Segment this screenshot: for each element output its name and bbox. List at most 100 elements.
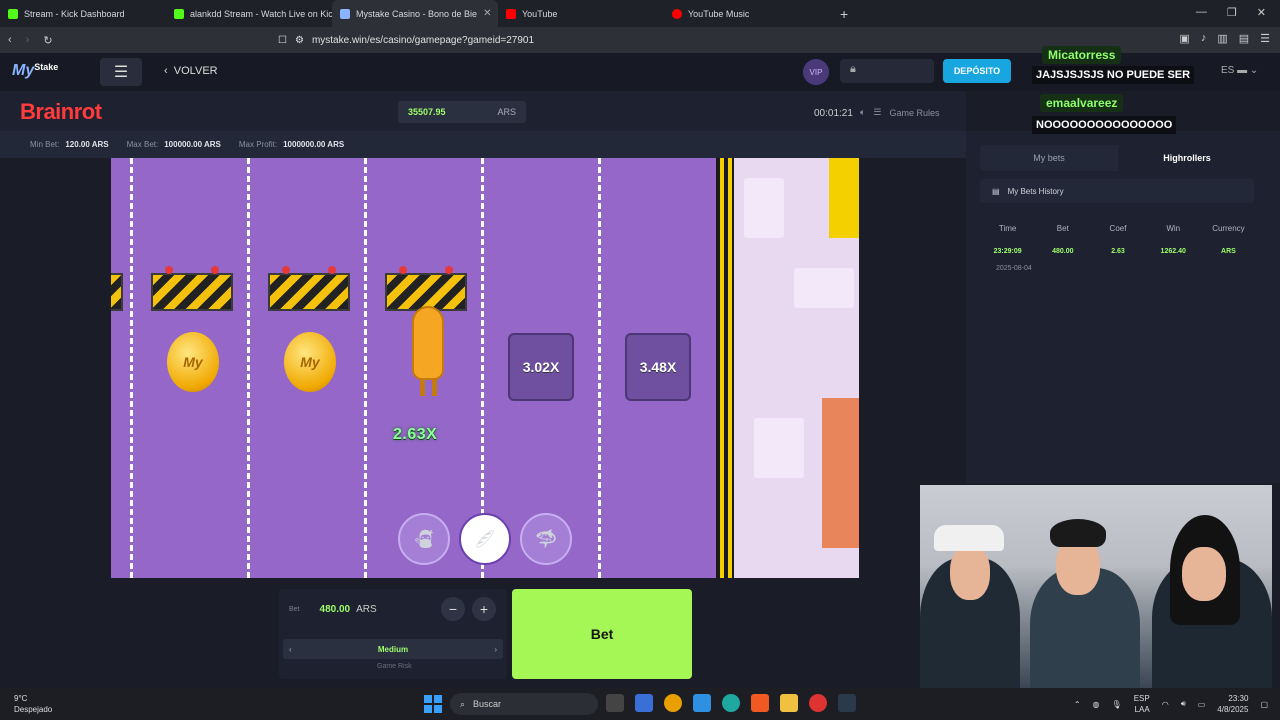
folder-icon[interactable]: [780, 694, 798, 712]
minimize-icon[interactable]: —: [1196, 6, 1207, 19]
browser-tab[interactable]: YouTube: [498, 0, 664, 27]
new-tab-button[interactable]: +: [830, 6, 858, 22]
balance-currency: ARS: [497, 107, 516, 117]
app-icon[interactable]: [838, 694, 856, 712]
character-option-1[interactable]: 🥷︎: [398, 513, 450, 565]
character-body: [412, 306, 444, 380]
cell-currency: ARS: [1221, 248, 1236, 255]
language-selector[interactable]: ES ▬ ⌄: [1221, 65, 1258, 76]
bookmark-icon[interactable]: ☐: [278, 35, 287, 46]
bets-history-header[interactable]: ▤ My Bets History: [980, 179, 1254, 203]
mic-icon[interactable]: 🎙︎: [1112, 700, 1122, 709]
rules-label[interactable]: Game Rules: [889, 108, 939, 118]
browser-tabstrip: Stream - Kick Dashboard alankdd Stream -…: [0, 0, 1280, 27]
bet-button[interactable]: Bet: [512, 589, 692, 679]
network-icon[interactable]: ◍: [1093, 700, 1100, 709]
browser-tab-active[interactable]: Mystake Casino - Bono de Bie ✕: [332, 0, 498, 27]
youtube-music-icon: [672, 8, 682, 19]
lane-line: [247, 158, 250, 578]
volume-icon[interactable]: 🔊︎: [1181, 699, 1186, 709]
chat-username: Micatorress: [1042, 46, 1122, 64]
back-icon[interactable]: ‹: [8, 34, 12, 46]
tab-label: YouTube: [522, 8, 558, 19]
browser-tab[interactable]: Stream - Kick Dashboard: [0, 0, 166, 27]
wifi-icon[interactable]: ◠: [1162, 700, 1169, 709]
music-icon[interactable]: ♪: [1201, 32, 1207, 45]
cell-time: 23:29:09: [993, 248, 1022, 255]
start-button[interactable]: [424, 695, 442, 713]
browser-tab[interactable]: alankdd Stream - Watch Live on Kick: [166, 0, 332, 27]
max-profit-label: Max Profit:: [238, 140, 278, 149]
history-title: My Bets History: [1007, 186, 1064, 196]
game-rules[interactable]: 🔈︎ ☰ Game Rules: [860, 107, 940, 118]
finish-line: [716, 158, 734, 578]
forward-icon[interactable]: ›: [26, 34, 30, 46]
tab-highrollers[interactable]: Highrollers: [1118, 145, 1256, 171]
lang-bottom: LAA: [1134, 705, 1150, 714]
character-option-2[interactable]: 🥖︎: [459, 513, 511, 565]
site-info-icon[interactable]: ⚙: [295, 35, 304, 46]
risk-selector[interactable]: ‹ Medium ›: [283, 639, 503, 659]
increase-bet-button[interactable]: +: [472, 597, 496, 621]
chevron-left-icon[interactable]: ‹: [289, 645, 292, 654]
character-leg: [420, 378, 425, 396]
vip-badge[interactable]: VIP: [803, 59, 829, 85]
extension-icon[interactable]: ▣: [1179, 32, 1189, 45]
game-header: Brainrot 35507.95 ARS 00:01:21 🔈︎ ☰ Game…: [0, 91, 966, 131]
cap: [934, 525, 1004, 551]
battery-icon[interactable]: ▭: [1198, 700, 1206, 709]
game-field[interactable]: My My 3.02X 3.48X 2.63X 🥷︎ 🥖︎ 🦈︎: [111, 158, 716, 578]
weather-widget[interactable]: 9°C Despejado: [14, 693, 52, 715]
site-logo[interactable]: MyStake: [12, 62, 58, 80]
copilot-icon[interactable]: [693, 694, 711, 712]
hamburger-menu-button[interactable]: ☰: [100, 58, 142, 86]
multiplier-tile[interactable]: 3.02X: [508, 333, 574, 401]
weather-condition: Despejado: [14, 705, 53, 714]
chevron-up-icon[interactable]: ⌃: [1074, 700, 1081, 709]
col-bet: Bet: [1056, 224, 1069, 233]
bets-panel: My bets Highrollers ▤ My Bets History Ti…: [966, 131, 1280, 483]
input-language[interactable]: ESP LAA: [1134, 693, 1150, 715]
chrome-icon[interactable]: [664, 694, 682, 712]
bet-amount-input[interactable]: 480.00: [320, 604, 351, 615]
close-tab-icon[interactable]: ✕: [483, 8, 491, 19]
brave-icon[interactable]: [751, 694, 769, 712]
browser-tab[interactable]: YouTube Music: [664, 0, 830, 27]
menu-icon[interactable]: ☰: [1260, 32, 1270, 45]
cell-coef: 2.63: [1111, 248, 1125, 255]
address-bar[interactable]: ☐ ⚙ mystake.win/es/casino/gamepage?gamei…: [278, 31, 1158, 49]
edge-icon[interactable]: [722, 694, 740, 712]
obs-icon[interactable]: [809, 694, 827, 712]
close-window-icon[interactable]: ✕: [1257, 6, 1266, 19]
character-option-3[interactable]: 🦈︎: [520, 513, 572, 565]
chat-message: NOOOOOOOOOOOOOOO: [1032, 116, 1177, 134]
decrease-bet-button[interactable]: −: [441, 597, 465, 621]
clock[interactable]: 23:30 4/8/2025: [1217, 693, 1248, 715]
deposit-button[interactable]: DEPÓSITO: [943, 59, 1011, 83]
lang-top: ESP: [1133, 694, 1150, 703]
min-bet: Min Bet: 120.00 ARS: [30, 140, 109, 149]
clock-time: 23:30: [1228, 694, 1249, 703]
chevron-right-icon[interactable]: ›: [494, 645, 497, 654]
max-profit-value: 1000000.00 ARS: [283, 140, 345, 149]
sound-icon[interactable]: 🔈︎: [860, 107, 865, 118]
window-controls: — ❐ ✕: [1182, 0, 1280, 25]
reload-icon[interactable]: ↻: [43, 34, 52, 47]
task-view-icon[interactable]: [606, 694, 624, 712]
locked-balance[interactable]: 🔒︎: [840, 59, 934, 83]
wallet-icon[interactable]: ▤: [1239, 32, 1249, 45]
notifications-icon[interactable]: ▢: [1260, 700, 1268, 709]
lock-icon: 🔒︎: [850, 63, 856, 75]
sidebar-icon[interactable]: ▥: [1217, 32, 1227, 45]
tab-my-bets[interactable]: My bets: [980, 145, 1118, 171]
history-icon: ▤: [992, 186, 1000, 196]
store-icon[interactable]: [635, 694, 653, 712]
url-text[interactable]: mystake.win/es/casino/gamepage?gameid=27…: [312, 35, 534, 46]
taskbar-search[interactable]: ⌕ Buscar: [450, 693, 598, 715]
mystake-icon: [340, 8, 350, 19]
back-link[interactable]: ‹ VOLVER: [164, 65, 218, 77]
webcam-overlay: [920, 485, 1272, 688]
multiplier-tile[interactable]: 3.48X: [625, 333, 691, 401]
character-leg: [432, 378, 437, 396]
maximize-icon[interactable]: ❐: [1227, 6, 1237, 19]
